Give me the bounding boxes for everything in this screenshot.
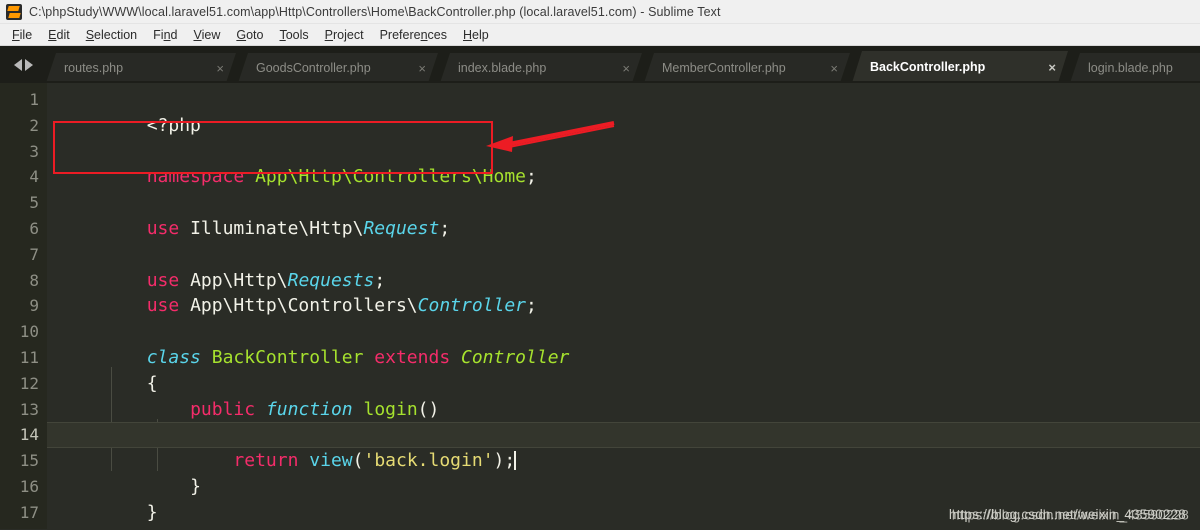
menu-view-rest: iew (201, 27, 221, 42)
chevron-right-icon[interactable] (24, 58, 33, 71)
line-number: 8 (29, 270, 39, 290)
line-number: 2 (29, 115, 39, 135)
tab-backcontroller-php[interactable]: BackController.php × (852, 51, 1068, 83)
sublime-text-window: C:\phpStudy\WWW\local.laravel51.com\app\… (0, 0, 1200, 530)
code-line-13: { (47, 397, 1200, 445)
line-number: 17 (19, 502, 39, 522)
menu-edit[interactable]: Edit (40, 26, 78, 44)
line-number: 15 (19, 451, 39, 471)
line-number: 13 (19, 399, 39, 419)
menu-find[interactable]: Find (145, 26, 185, 44)
line-number-gutter: 1 2 3 4 5 6 7 8 9 10 11 12 13 14 15 16 1… (0, 83, 47, 529)
line-number: 9 (29, 296, 39, 316)
close-icon[interactable]: × (622, 62, 630, 75)
code-line-8: use App\Http\Controllers\Controller; (47, 268, 1200, 316)
code-line-3: namespace App\Http\Controllers\Home; (47, 139, 1200, 187)
tab-login-blade-php[interactable]: login.blade.php × (1070, 53, 1200, 83)
code-line-14: return view('back.login'); (0, 422, 1200, 471)
tab-bar: routes.php × GoodsController.php × index… (0, 46, 1200, 83)
menu-file-rest: ile (19, 27, 33, 42)
menu-help-rest: elp (472, 27, 489, 42)
tab-membercontroller-php[interactable]: MemberController.php × (644, 53, 850, 83)
tab-navigation[interactable] (0, 46, 46, 83)
line-number: 7 (29, 244, 39, 264)
tab-routes-php[interactable]: routes.php × (46, 53, 236, 83)
code-line-10: class BackController extends Controller (47, 319, 1200, 368)
tab-goodscontroller-php[interactable]: GoodsController.php × (238, 53, 438, 83)
code-line-15: } (47, 448, 1200, 497)
watermark: https://blog.csdn.net/weixin_43590228 ht… (949, 507, 1189, 523)
window-title: C:\phpStudy\WWW\local.laravel51.com\app\… (29, 4, 721, 19)
line-number: 14 (19, 425, 39, 445)
line-number: 11 (19, 347, 39, 367)
close-icon[interactable]: × (418, 62, 426, 75)
line-number: 6 (29, 218, 39, 238)
tab-index-blade-php[interactable]: index.blade.php × (440, 53, 642, 83)
tab-label: index.blade.php (458, 61, 547, 75)
line-number: 4 (29, 167, 39, 187)
line-number: 10 (19, 322, 39, 342)
code-line-7: use App\Http\Requests; (47, 242, 1200, 291)
watermark-text-ghost: https://blog.csdn.net/weixin_43590228 (951, 507, 1189, 523)
line-number: 3 (29, 141, 39, 161)
menu-find-rest: d (170, 27, 178, 42)
code-line-11: { (47, 345, 1200, 394)
menu-tools-rest: ools (285, 27, 309, 42)
menu-view[interactable]: View (185, 26, 228, 44)
menu-project-rest: roject (333, 27, 364, 42)
menu-project[interactable]: Project (317, 26, 372, 44)
line-number: 5 (29, 193, 39, 213)
code-line-16: } (47, 474, 1200, 523)
close-icon[interactable]: × (216, 62, 224, 75)
sublime-text-icon (6, 3, 22, 20)
menu-preferences-rest: ces (427, 27, 447, 42)
code-line-1: <?php (47, 87, 1200, 136)
menu-bar: File Edit Selection Find View Goto Tools… (0, 24, 1200, 46)
menu-preferences[interactable]: Preferences (372, 26, 455, 44)
menu-selection-rest: election (94, 27, 138, 42)
menu-tools[interactable]: Tools (271, 26, 316, 44)
tab-label: GoodsController.php (256, 61, 371, 75)
code-content[interactable]: <?php namespace App\Http\Controllers\Hom… (0, 83, 1200, 529)
menu-file[interactable]: File (4, 26, 40, 44)
menu-help[interactable]: Help (455, 26, 497, 44)
line-number: 16 (19, 476, 39, 496)
menu-goto-rest: oto (246, 27, 264, 42)
menu-goto[interactable]: Goto (228, 26, 271, 44)
line-number: 12 (19, 373, 39, 393)
tab-label: MemberController.php (662, 61, 786, 75)
code-editor[interactable]: 1 2 3 4 5 6 7 8 9 10 11 12 13 14 15 16 1… (0, 83, 1200, 529)
tab-label: login.blade.php (1088, 61, 1173, 75)
line-number: 1 (29, 90, 39, 109)
chevron-left-icon[interactable] (13, 58, 22, 71)
code-line-5: use Illuminate\Http\Request; (47, 190, 1200, 239)
menu-selection[interactable]: Selection (78, 26, 145, 44)
title-bar: C:\phpStudy\WWW\local.laravel51.com\app\… (0, 0, 1200, 24)
tab-label: BackController.php (870, 60, 986, 74)
close-icon[interactable]: × (830, 62, 838, 75)
tab-label: routes.php (64, 61, 124, 75)
close-icon[interactable]: × (1048, 61, 1056, 74)
menu-edit-rest: dit (56, 27, 70, 42)
code-line-12: public function login() (47, 371, 1200, 420)
